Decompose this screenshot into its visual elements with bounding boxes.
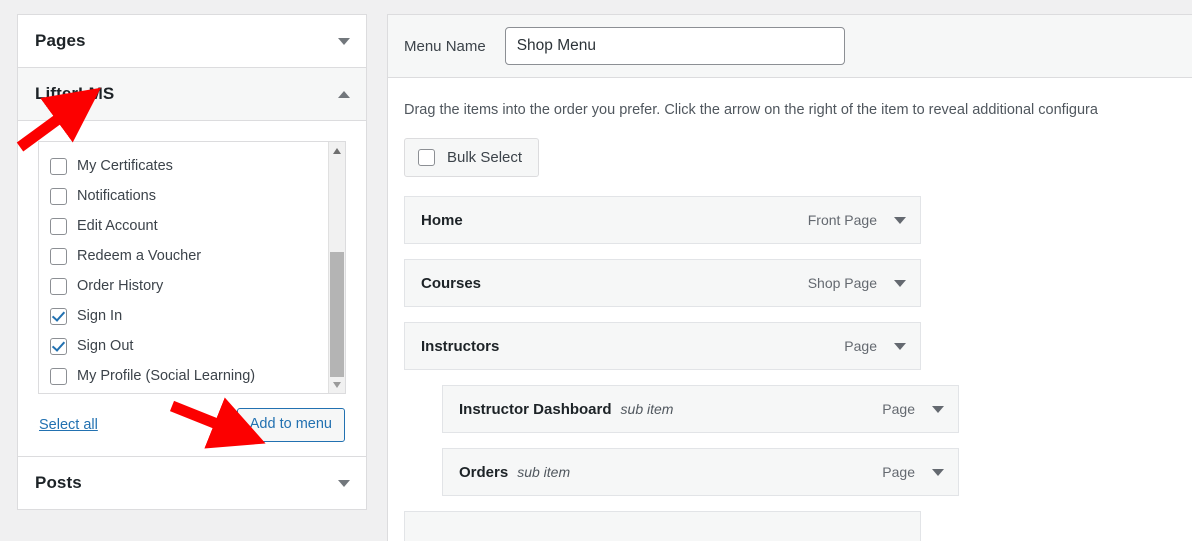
menu-item-sub-label: sub item — [517, 463, 571, 480]
list-item-label: Sign Out — [77, 338, 134, 354]
list-scrollbar[interactable] — [328, 142, 345, 393]
list-item-label: Order History — [77, 278, 164, 294]
checkbox-notifications[interactable] — [50, 187, 67, 205]
checkbox-my-certificates[interactable] — [50, 157, 67, 175]
list-item[interactable]: My Certificates — [50, 151, 345, 181]
list-item[interactable]: Sign Out — [50, 331, 345, 361]
lifterlms-actions-row: Select all Add to menu — [38, 394, 346, 456]
menu-item-row-home[interactable]: Home Front Page — [404, 196, 921, 244]
menu-item-right: Shop Page — [808, 275, 906, 291]
menu-item-left: Instructor Dashboard sub item — [459, 401, 673, 418]
checkbox-sign-in[interactable] — [50, 307, 67, 325]
scrollbar-thumb[interactable] — [330, 252, 344, 377]
list-item[interactable]: Redeem a Voucher — [50, 241, 345, 271]
menu-item-source-panel: Pages LifterLMS My Certificates Notifica… — [17, 14, 367, 510]
menu-item-left: Courses — [421, 275, 481, 292]
list-item-label: Redeem a Voucher — [77, 248, 202, 264]
menu-item-left: Orders sub item — [459, 464, 570, 481]
chevron-down-icon[interactable] — [338, 479, 350, 487]
lifterlms-panel-body: My Certificates Notifications Edit Accou… — [18, 121, 366, 456]
scroll-down-arrow-icon[interactable] — [329, 376, 345, 393]
chevron-down-icon[interactable] — [894, 279, 906, 287]
accordion-header-pages[interactable]: Pages — [18, 15, 366, 68]
menu-item-title: Orders — [459, 463, 509, 481]
menu-name-bar: Menu Name — [388, 15, 1192, 78]
menu-structure-panel: Menu Name Drag the items into the order … — [387, 14, 1192, 541]
accordion-title-lifterlms: LifterLMS — [35, 84, 115, 103]
checkbox-my-profile-social-learning[interactable] — [50, 367, 67, 385]
checkbox-edit-account[interactable] — [50, 217, 67, 235]
list-item[interactable]: My Profile (Social Learning) — [50, 361, 345, 391]
list-item-label: Sign In — [77, 308, 123, 324]
accordion-header-posts[interactable]: Posts — [18, 456, 366, 509]
menu-item-type: Shop Page — [807, 275, 877, 291]
list-item-label: Edit Account — [77, 218, 158, 234]
checkbox-redeem-a-voucher[interactable] — [50, 247, 67, 265]
menu-item-right: Page — [882, 464, 944, 480]
select-all-link[interactable]: Select all — [39, 417, 98, 433]
lifterlms-item-list: My Certificates Notifications Edit Accou… — [38, 141, 346, 394]
add-to-menu-button[interactable]: Add to menu — [236, 407, 345, 443]
menu-item-title: Home — [421, 211, 463, 229]
accordion-header-lifterlms[interactable]: LifterLMS — [18, 68, 366, 121]
accordion-title-pages: Pages — [35, 31, 86, 50]
menu-item-type: Page — [844, 338, 877, 354]
menu-item-left: Instructors — [421, 338, 499, 355]
menu-item-right: Page — [882, 401, 944, 417]
menu-item-right: Front Page — [808, 212, 906, 228]
menu-item-left: Home — [421, 212, 463, 229]
checkbox-bulk-select[interactable] — [418, 149, 435, 166]
lifterlms-item-list-inner: My Certificates Notifications Edit Accou… — [39, 142, 345, 391]
list-item[interactable]: Edit Account — [50, 211, 345, 241]
menu-name-input[interactable] — [504, 27, 845, 65]
menu-item-row-instructor-dashboard[interactable]: Instructor Dashboard sub item Page — [442, 385, 959, 433]
chevron-down-icon[interactable] — [932, 405, 944, 413]
chevron-down-icon[interactable] — [894, 216, 906, 224]
menu-item-list: Home Front Page Courses Shop Page Instru… — [388, 177, 1192, 541]
bulk-select-wrap: Bulk Select — [388, 118, 1192, 177]
list-item-label: My Certificates — [77, 158, 173, 174]
checkbox-sign-out[interactable] — [50, 337, 67, 355]
list-item[interactable]: Notifications — [50, 181, 345, 211]
menu-item-sub-label: sub item — [620, 400, 674, 417]
menu-item-row-orders[interactable]: Orders sub item Page — [442, 448, 959, 496]
menu-item-title: Instructors — [421, 337, 500, 355]
menu-item-row-courses[interactable]: Courses Shop Page — [404, 259, 921, 307]
bulk-select-toggle[interactable]: Bulk Select — [404, 138, 540, 177]
chevron-down-icon[interactable] — [338, 37, 350, 45]
scroll-up-arrow-icon[interactable] — [329, 142, 345, 159]
menu-item-type: Page — [882, 464, 915, 480]
drag-hint-text: Drag the items into the order you prefer… — [404, 102, 1098, 118]
list-item-label: My Profile (Social Learning) — [77, 368, 256, 384]
list-item[interactable]: Sign In — [50, 301, 345, 331]
menu-item-row-next-partial[interactable] — [404, 511, 921, 541]
list-item-label: Notifications — [77, 188, 156, 204]
menu-item-right: Page — [844, 338, 906, 354]
list-item[interactable]: Order History — [50, 271, 345, 301]
menu-name-label: Menu Name — [404, 37, 486, 55]
bulk-select-label: Bulk Select — [447, 149, 523, 166]
chevron-down-icon[interactable] — [932, 468, 944, 476]
chevron-up-icon[interactable] — [338, 90, 350, 98]
accordion-title-posts: Posts — [35, 473, 82, 492]
menu-item-title: Courses — [421, 274, 482, 292]
menu-item-type: Front Page — [807, 212, 877, 228]
menu-item-row-instructors[interactable]: Instructors Page — [404, 322, 921, 370]
menu-item-title: Instructor Dashboard — [459, 400, 612, 418]
checkbox-order-history[interactable] — [50, 277, 67, 295]
chevron-down-icon[interactable] — [894, 342, 906, 350]
menu-item-type: Page — [882, 401, 915, 417]
